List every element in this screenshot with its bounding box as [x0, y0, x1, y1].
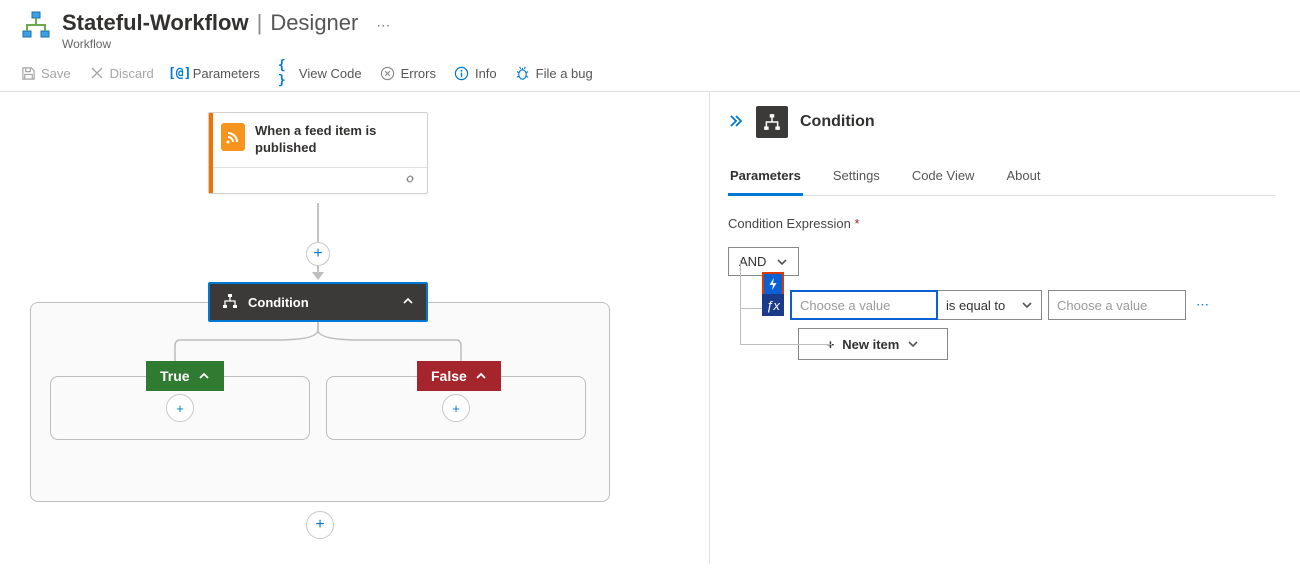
- condition-icon: [756, 106, 788, 138]
- panel-title: Condition: [800, 113, 875, 131]
- page-title: Stateful-Workflow: [62, 10, 249, 36]
- false-branch[interactable]: False +: [326, 376, 586, 440]
- condition-title: Condition: [248, 295, 309, 310]
- code-icon: { }: [278, 65, 294, 81]
- workflow-app-icon: [20, 10, 52, 42]
- dynamic-content-button[interactable]: [762, 272, 784, 294]
- tab-code-view[interactable]: Code View: [910, 162, 977, 195]
- tab-settings[interactable]: Settings: [831, 162, 882, 195]
- false-label: False: [417, 361, 501, 391]
- trigger-title: When a feed item is published: [255, 123, 415, 157]
- tab-about[interactable]: About: [1004, 162, 1042, 195]
- add-step-button[interactable]: +: [306, 242, 330, 266]
- parameters-button[interactable]: [@] Parameters: [172, 65, 260, 81]
- info-icon: [454, 65, 470, 81]
- discard-button[interactable]: Discard: [89, 65, 154, 81]
- link-icon[interactable]: [403, 172, 417, 189]
- properties-panel: Condition Parameters Settings Code View …: [710, 92, 1300, 564]
- designer-canvas[interactable]: When a feed item is published +: [0, 92, 710, 564]
- add-true-action-button[interactable]: +: [166, 394, 194, 422]
- error-icon: [380, 65, 396, 81]
- save-button[interactable]: Save: [20, 65, 71, 81]
- right-value-input[interactable]: [1048, 290, 1186, 320]
- condition-card[interactable]: Condition: [208, 282, 428, 322]
- errors-button[interactable]: Errors: [380, 65, 436, 81]
- file-bug-button[interactable]: File a bug: [515, 65, 593, 81]
- condition-expression-label: Condition Expression *: [728, 216, 1276, 231]
- condition-icon: [222, 293, 238, 312]
- page-section: Designer: [270, 10, 358, 36]
- add-step-after-button[interactable]: +: [306, 511, 334, 539]
- title-more-button[interactable]: ⋯: [376, 17, 390, 34]
- add-false-action-button[interactable]: +: [442, 394, 470, 422]
- close-icon: [89, 65, 105, 81]
- title-separator: |: [257, 10, 263, 36]
- toolbar: Save Discard [@] Parameters { } View Cod…: [0, 57, 1300, 92]
- tab-parameters[interactable]: Parameters: [728, 162, 803, 196]
- true-branch[interactable]: True +: [50, 376, 310, 440]
- view-code-button[interactable]: { } View Code: [278, 65, 362, 81]
- page-subtitle: Workflow: [62, 37, 390, 51]
- rss-icon: [221, 123, 245, 151]
- trigger-card[interactable]: When a feed item is published: [208, 112, 428, 194]
- parameters-icon: [@]: [172, 65, 188, 81]
- row-more-button[interactable]: ⋯: [1196, 297, 1211, 313]
- left-value-input[interactable]: [790, 290, 938, 320]
- expression-button[interactable]: ƒx: [762, 294, 784, 316]
- true-label: True: [146, 361, 224, 391]
- collapse-panel-button[interactable]: [728, 114, 744, 131]
- panel-tabs: Parameters Settings Code View About: [728, 162, 1276, 196]
- info-button[interactable]: Info: [454, 65, 497, 81]
- save-icon: [20, 65, 36, 81]
- chevron-up-icon: [402, 295, 414, 310]
- condition-row: ƒx is equal to ⋯: [762, 290, 1276, 320]
- comparison-operator-dropdown[interactable]: is equal to: [937, 290, 1042, 320]
- bug-icon: [515, 65, 531, 81]
